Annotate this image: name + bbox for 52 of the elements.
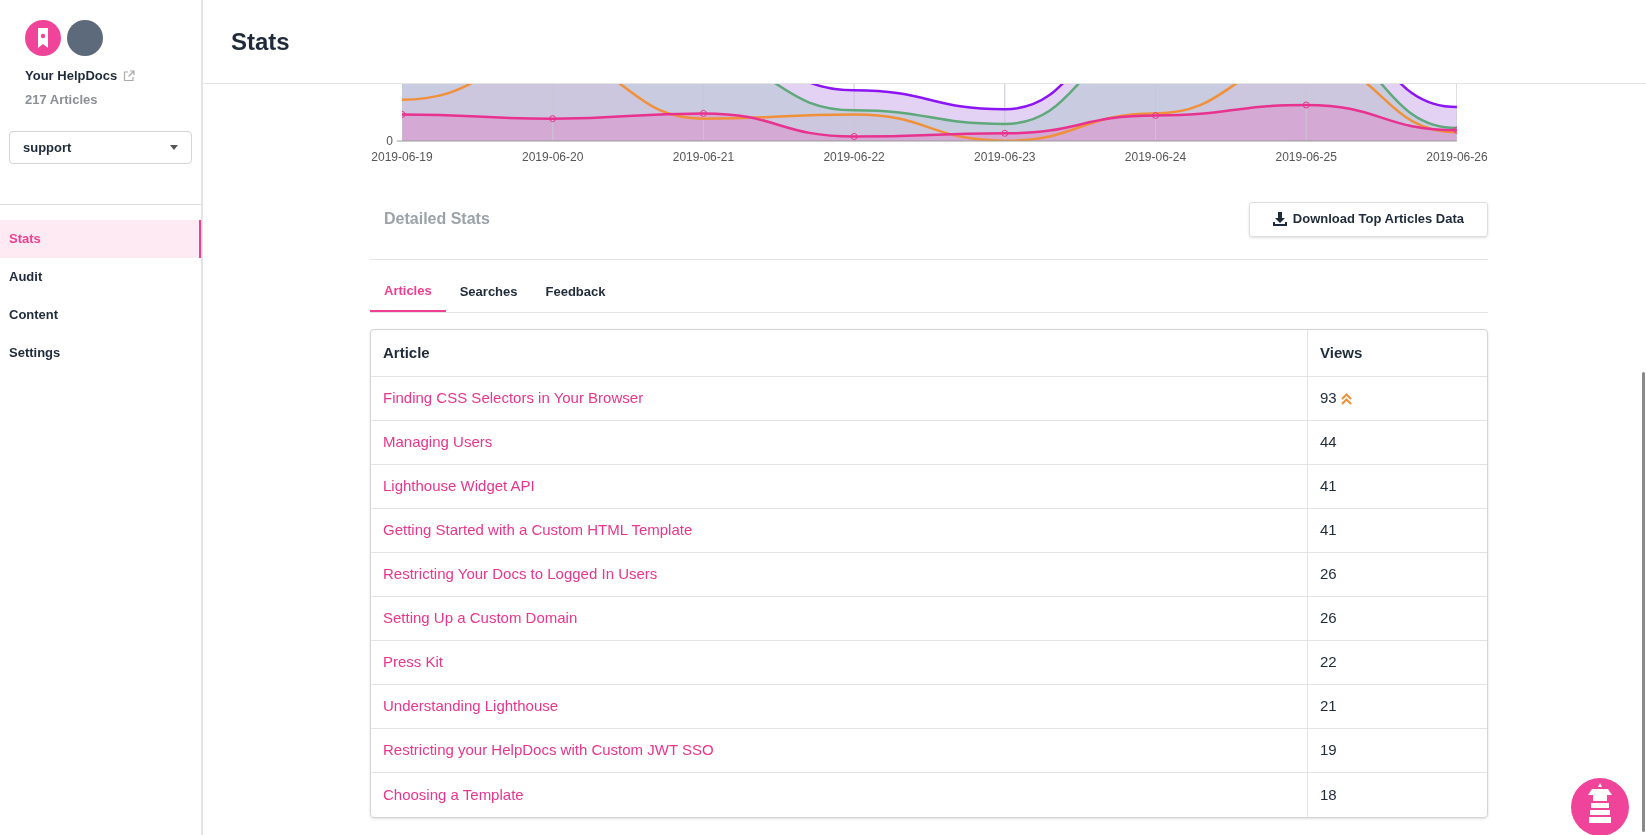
axis-date-label: 2019-06-22 bbox=[823, 150, 885, 164]
article-link[interactable]: Press Kit bbox=[383, 653, 443, 671]
tab[interactable]: Feedback bbox=[531, 272, 620, 312]
view-count: 18 bbox=[1320, 784, 1337, 805]
download-icon bbox=[1272, 212, 1287, 226]
section-title: Detailed Stats bbox=[384, 209, 490, 229]
view-count: 93 bbox=[1320, 388, 1337, 409]
tab[interactable]: Articles bbox=[370, 272, 446, 312]
nav-item[interactable]: Stats bbox=[0, 220, 201, 258]
nav-item[interactable]: Audit bbox=[0, 258, 201, 296]
view-count: 22 bbox=[1320, 652, 1337, 673]
site-dropdown[interactable]: support bbox=[9, 131, 192, 164]
article-link[interactable]: Restricting your HelpDocs with Custom JWT SSO bbox=[383, 741, 714, 759]
view-count: 44 bbox=[1320, 432, 1337, 453]
download-button[interactable]: Download Top Articles Data bbox=[1248, 201, 1488, 237]
view-count: 26 bbox=[1320, 564, 1337, 585]
article-link[interactable]: Choosing a Template bbox=[383, 785, 524, 803]
view-count: 41 bbox=[1320, 476, 1337, 497]
caret-icon bbox=[170, 145, 178, 150]
column-header: Views bbox=[1307, 330, 1487, 377]
article-link[interactable]: Lighthouse Widget API bbox=[383, 477, 535, 495]
article-link[interactable]: Managing Users bbox=[383, 433, 493, 451]
axis-date-label: 2019-06-20 bbox=[522, 150, 584, 164]
double-chevron-up-icon bbox=[1340, 392, 1352, 405]
bookmark-logo-icon bbox=[25, 20, 61, 56]
axis-tick-label: 0 bbox=[386, 134, 393, 148]
nav-item[interactable]: Content bbox=[0, 296, 201, 334]
scrollbar[interactable] bbox=[1642, 372, 1645, 832]
tab[interactable]: Searches bbox=[445, 272, 532, 312]
view-count: 19 bbox=[1320, 740, 1337, 761]
nav-item[interactable]: Settings bbox=[0, 334, 201, 372]
site-name: Your HelpDocs bbox=[25, 67, 118, 85]
view-count: 26 bbox=[1320, 608, 1337, 629]
article-link[interactable]: Setting Up a Custom Domain bbox=[383, 609, 578, 627]
avatar-placeholder bbox=[67, 20, 103, 56]
article-link[interactable]: Finding CSS Selectors in Your Browser bbox=[383, 389, 644, 407]
article-count: 217 Articles bbox=[24, 90, 99, 109]
axis-date-label: 2019-06-26 bbox=[1426, 150, 1488, 164]
axis-date-label: 2019-06-19 bbox=[371, 150, 433, 164]
article-link[interactable]: Getting Started with a Custom HTML Template bbox=[383, 521, 693, 539]
page-title: Stats bbox=[231, 26, 290, 57]
view-count: 41 bbox=[1320, 520, 1337, 541]
axis-date-label: 2019-06-21 bbox=[672, 150, 735, 164]
axis-date-label: 2019-06-23 bbox=[974, 150, 1036, 164]
external-link-icon[interactable] bbox=[123, 69, 136, 82]
column-header: Article bbox=[371, 330, 1307, 377]
axis-date-label: 2019-06-25 bbox=[1275, 150, 1337, 164]
article-link[interactable]: Restricting Your Docs to Logged In Users bbox=[383, 565, 658, 583]
view-count: 21 bbox=[1320, 696, 1337, 717]
article-link[interactable]: Understanding Lighthouse bbox=[383, 697, 559, 715]
lighthouse-help-icon[interactable] bbox=[1570, 775, 1630, 835]
axis-date-label: 2019-06-24 bbox=[1124, 150, 1187, 164]
